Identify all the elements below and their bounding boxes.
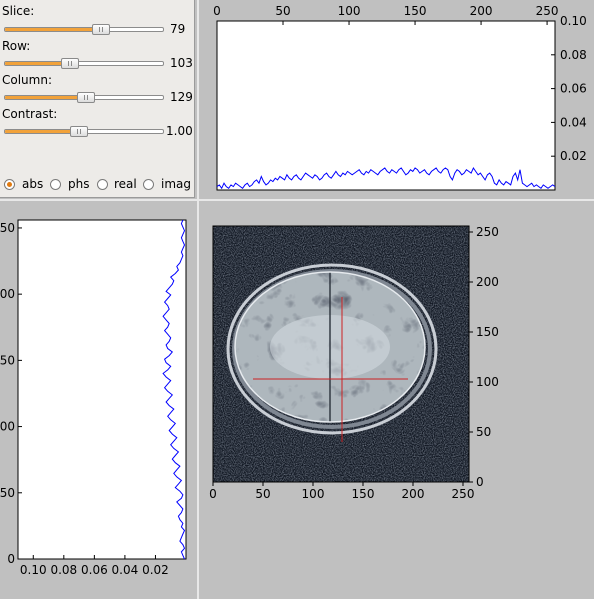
row-slider[interactable] <box>4 58 164 69</box>
column-profile-y-tick-label: 200 <box>0 287 15 301</box>
row-profile-y-tick-label: 0.08 <box>560 48 587 62</box>
column-value: 129 <box>170 90 193 104</box>
column-profile-y-tick-label: 0 <box>7 552 15 566</box>
image-y-tick-label: 0 <box>476 475 484 489</box>
slice-value: 79 <box>170 22 186 36</box>
mode-real-label[interactable]: real <box>114 177 137 191</box>
column-profile-x-tick-label: 0.08 <box>50 563 77 577</box>
column-profile-axes <box>17 219 187 560</box>
mode-phs-label[interactable]: phs <box>68 177 89 191</box>
image-x-tick-label: 200 <box>402 487 425 501</box>
column-slider-handle[interactable] <box>76 92 95 103</box>
slice-label: Slice: <box>2 4 35 18</box>
image-x-tick-label: 100 <box>302 487 325 501</box>
row-value: 103 <box>170 56 193 70</box>
row-slider-handle[interactable] <box>60 58 79 69</box>
mode-real-radio[interactable] <box>97 179 108 190</box>
column-slider-fill <box>5 96 86 99</box>
image-x-tick-label: 0 <box>209 487 217 501</box>
contrast-value: 1.00 <box>166 124 193 138</box>
row-profile-x-tick-label: 100 <box>338 4 361 18</box>
row-profile-y-tick-label: 0.06 <box>560 82 587 96</box>
image-y-tick-label: 250 <box>476 225 499 239</box>
row-label: Row: <box>2 39 31 53</box>
controls-panel: Slice: 79 Row: 103 Column: 129 Contrast:… <box>0 0 195 198</box>
contrast-slider[interactable] <box>4 126 164 137</box>
image-x-tick-label: 250 <box>452 487 475 501</box>
column-profile-x-tick-label: 0.06 <box>81 563 108 577</box>
contrast-slider-handle[interactable] <box>70 126 89 137</box>
row-profile-y-tick-label: 0.10 <box>560 14 587 28</box>
contrast-label: Contrast: <box>2 107 58 121</box>
row-profile-x-tick-label: 0 <box>213 4 221 18</box>
mri-image[interactable] <box>213 226 469 482</box>
mode-phs-radio[interactable] <box>50 179 61 190</box>
column-profile-x-tick-label: 0.02 <box>142 563 169 577</box>
row-profile-x-tick-label: 200 <box>470 4 493 18</box>
row-profile-x-tick-label: 50 <box>275 4 290 18</box>
column-profile-x-tick-label: 0.10 <box>20 563 47 577</box>
image-x-tick-label: 150 <box>352 487 375 501</box>
column-profile-y-tick-label: 100 <box>0 420 15 434</box>
image-y-tick-label: 50 <box>476 425 491 439</box>
column-profile-y-tick-label: 250 <box>0 221 15 235</box>
row-profile-x-tick-label: 250 <box>536 4 559 18</box>
row-profile-plot: 0 50 100 150 200 250 0.02 0.04 0.06 0.08 0.10 <box>213 4 587 191</box>
slice-slider[interactable] <box>4 24 164 35</box>
contrast-slider-fill <box>5 130 80 133</box>
column-profile-x-tick-label: 0.04 <box>112 563 139 577</box>
image-y-tick-label: 200 <box>476 275 499 289</box>
column-label: Column: <box>2 73 52 87</box>
slice-slider-handle[interactable] <box>92 24 111 35</box>
mode-imag-label[interactable]: imag <box>161 177 194 191</box>
column-slider[interactable] <box>4 92 164 103</box>
row-profile-x-tick-label: 150 <box>404 4 427 18</box>
column-profile-plot: 0.100.08 0.06 0.040.02 0 50 100 150 200 250 <box>0 219 187 577</box>
column-profile-y-tick-label: 50 <box>0 486 15 500</box>
mode-abs-radio[interactable] <box>4 179 15 190</box>
row-profile-y-tick-label: 0.02 <box>560 149 587 163</box>
slice-slider-fill <box>5 28 102 31</box>
image-y-tick-label: 150 <box>476 325 499 339</box>
column-profile-y-tick-label: 150 <box>0 353 15 367</box>
mode-imag-radio[interactable] <box>143 179 154 190</box>
image-y-tick-label: 100 <box>476 375 499 389</box>
mode-abs-label[interactable]: abs <box>22 177 43 191</box>
mri-image-view[interactable]: 0 50 100 150 200 250 0 50 100 150 200 250 <box>199 201 594 599</box>
image-x-tick-label: 50 <box>255 487 270 501</box>
row-profile-axes <box>216 20 556 191</box>
row-profile-y-tick-label: 0.04 <box>560 115 587 129</box>
